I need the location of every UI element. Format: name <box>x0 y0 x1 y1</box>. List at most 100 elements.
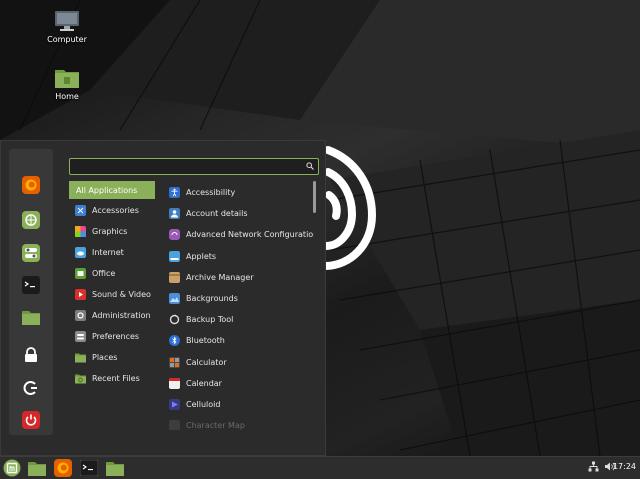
cloud-icon <box>75 247 86 258</box>
image-icon <box>169 293 180 305</box>
palette-icon <box>75 226 86 237</box>
terminal-icon <box>80 460 98 476</box>
category-recent-files[interactable]: Recent Files <box>69 368 155 389</box>
category-label: Recent Files <box>92 374 140 383</box>
settings-icon <box>75 331 86 342</box>
calendar-icon <box>169 377 180 389</box>
category-office[interactable]: Office <box>69 263 155 284</box>
app-backup-tool[interactable]: Backup Tool <box>166 309 314 330</box>
category-preferences[interactable]: Preferences <box>69 326 155 347</box>
app-applets[interactable]: Applets <box>166 246 314 267</box>
favorite-files[interactable] <box>19 305 43 329</box>
category-label: Preferences <box>92 332 140 341</box>
app-label: Archive Manager <box>186 272 254 282</box>
category-places[interactable]: Places <box>69 347 155 368</box>
category-label: Internet <box>92 248 124 257</box>
category-administration[interactable]: Administration <box>69 305 155 326</box>
favorite-terminal[interactable] <box>19 273 43 297</box>
user-icon <box>169 208 180 220</box>
category-list: All Applications Accessories Graphics In… <box>69 181 155 389</box>
panel-launcher-firefox[interactable] <box>53 459 73 477</box>
network-icon[interactable] <box>588 461 599 474</box>
app-account-details[interactable]: Account details <box>166 203 314 224</box>
firefox-icon <box>54 459 72 477</box>
logout-button[interactable] <box>19 376 43 400</box>
category-label: Administration <box>92 311 151 320</box>
app-calculator[interactable]: Calculator <box>166 352 314 373</box>
app-label: Backgrounds <box>186 294 238 304</box>
app-label: Account details <box>186 209 248 219</box>
category-accessories[interactable]: Accessories <box>69 200 155 221</box>
power-button[interactable] <box>19 408 43 432</box>
category-all-applications[interactable]: All Applications <box>69 181 155 199</box>
app-label: Bluetooth <box>186 336 225 346</box>
recent-folder-icon <box>75 374 86 384</box>
app-backgrounds[interactable]: Backgrounds <box>166 288 314 309</box>
app-label: Applets <box>186 251 217 261</box>
linux-mint-logo-icon <box>3 459 21 477</box>
desktop-icon-label: Computer <box>47 35 87 44</box>
application-list: Accessibility Account details Advanced N… <box>166 182 314 430</box>
app-label: Backup Tool <box>186 315 234 325</box>
category-label: Places <box>92 353 118 362</box>
app-calendar[interactable]: Calendar <box>166 373 314 394</box>
terminal-icon <box>22 276 40 294</box>
category-label: Sound & Video <box>92 290 151 299</box>
computer-icon <box>54 10 80 32</box>
spreadsheet-icon <box>75 268 86 279</box>
accessibility-icon <box>169 187 180 199</box>
app-label: Advanced Network Configuration <box>186 230 314 240</box>
app-archive-manager[interactable]: Archive Manager <box>166 267 314 288</box>
desktop-icon-home[interactable]: Home <box>37 67 97 101</box>
category-graphics[interactable]: Graphics <box>69 221 155 242</box>
app-character-map[interactable]: Character Map <box>166 415 314 430</box>
desktop-icon-label: Home <box>55 92 79 101</box>
app-advanced-network-configuration[interactable]: Advanced Network Configuration <box>166 224 314 245</box>
folder-icon <box>28 461 46 476</box>
applets-icon <box>169 250 180 262</box>
search-icon <box>306 162 314 172</box>
app-bluetooth[interactable]: Bluetooth <box>166 330 314 351</box>
home-folder-icon <box>54 67 80 89</box>
app-label: Character Map <box>186 421 245 430</box>
app-accessibility[interactable]: Accessibility <box>166 182 314 203</box>
desktop-icon-computer[interactable]: Computer <box>37 10 97 44</box>
app-label: Celluloid <box>186 399 221 409</box>
menu-button[interactable] <box>2 459 22 477</box>
play-icon <box>75 289 86 300</box>
category-label: Graphics <box>92 227 128 236</box>
power-icon <box>22 411 40 429</box>
firefox-icon <box>22 176 40 194</box>
bottom-panel: 17:24 <box>0 456 640 479</box>
app-label: Accessibility <box>186 188 236 198</box>
category-label: All Applications <box>76 185 138 195</box>
folder-icon <box>22 311 40 325</box>
category-internet[interactable]: Internet <box>69 242 155 263</box>
gear-icon <box>75 310 86 321</box>
start-menu: All Applications Accessories Graphics In… <box>0 140 326 456</box>
app-celluloid[interactable]: Celluloid <box>166 394 314 415</box>
video-player-icon <box>169 398 180 410</box>
app-label: Calculator <box>186 357 227 367</box>
application-list-scrollbar[interactable] <box>313 181 316 213</box>
lock-icon <box>25 347 37 362</box>
search-input[interactable] <box>74 160 294 173</box>
category-label: Accessories <box>92 206 139 215</box>
category-label: Office <box>92 269 116 278</box>
panel-launcher-files[interactable] <box>105 459 125 477</box>
search-box[interactable] <box>69 158 319 175</box>
clock[interactable]: 17:24 <box>613 462 636 471</box>
backup-icon <box>169 314 180 325</box>
lock-screen-button[interactable] <box>19 343 43 367</box>
logout-icon <box>23 381 37 395</box>
software-manager-icon <box>22 211 40 229</box>
category-sound-video[interactable]: Sound & Video <box>69 284 155 305</box>
favorite-software-manager[interactable] <box>19 208 43 232</box>
favorite-firefox[interactable] <box>19 173 43 197</box>
favorite-settings[interactable] <box>19 241 43 265</box>
panel-launcher-terminal[interactable] <box>79 459 99 477</box>
panel-launcher-show-desktop[interactable] <box>27 459 47 477</box>
folder-icon <box>75 353 86 363</box>
settings-toggle-icon <box>22 244 40 262</box>
character-map-icon <box>169 420 180 430</box>
